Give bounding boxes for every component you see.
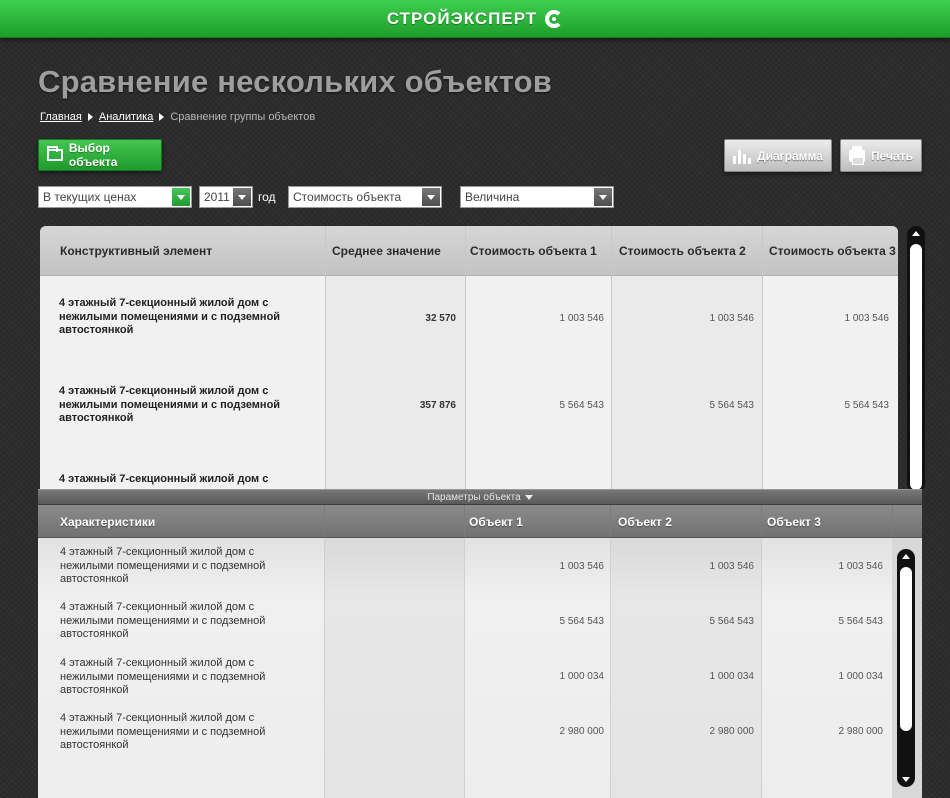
print-button-label: Печать: [871, 148, 913, 163]
header-obj1[interactable]: Стоимость объекта 1: [470, 226, 597, 276]
breadcrumb-analytics-link[interactable]: Аналитика: [99, 111, 153, 123]
metric-select[interactable]: Стоимость объекта: [288, 186, 442, 208]
year-label: год: [258, 190, 276, 204]
price-select-value: В текущих ценах: [43, 190, 137, 204]
year-select-value: 2011: [204, 190, 230, 204]
row-value-obj1: 1 003 546: [559, 313, 605, 324]
column-divider: [610, 505, 611, 537]
column-divider: [325, 226, 326, 492]
header-object2[interactable]: Объект 2: [618, 505, 672, 538]
breadcrumb-separator-icon: [159, 113, 165, 121]
header-obj2[interactable]: Стоимость объекта 2: [619, 226, 746, 276]
sub-table-scrollbar[interactable]: [897, 549, 915, 787]
year-select[interactable]: 2011: [199, 186, 253, 208]
scrollbar-thumb[interactable]: [900, 567, 912, 731]
sub-table: 4 этажный 7-секционный жилой дом с нежил…: [38, 538, 892, 798]
row-value-obj3: 1 003 546: [844, 313, 890, 324]
sub-row-value-obj2: 1 003 546: [709, 561, 755, 572]
row-value-obj2: 1 003 546: [709, 313, 755, 324]
sub-row-value-obj1: 1 000 034: [559, 671, 605, 682]
column-divider: [465, 226, 466, 492]
main-table-header: Конструктивный элемент Среднее значение …: [40, 226, 898, 276]
chevron-down-icon[interactable]: [422, 188, 440, 206]
sub-row-value-obj2: 2 980 000: [709, 726, 755, 737]
unit-select[interactable]: Величина: [460, 186, 614, 208]
unit-select-value: Величина: [465, 190, 520, 204]
sub-row-value-obj1: 2 980 000: [559, 726, 605, 737]
sub-row-value-obj3: 2 980 000: [838, 726, 884, 737]
row-value-obj2: 5 564 543: [709, 400, 755, 411]
chevron-down-icon[interactable]: [172, 188, 190, 206]
chevron-down-icon: [524, 494, 533, 500]
column-divider: [762, 226, 763, 492]
column-divider: [464, 538, 465, 798]
chevron-down-icon[interactable]: [233, 188, 251, 206]
bar-chart-icon: [733, 148, 752, 164]
sub-row-name: 4 этажный 7-секционный жилой дом с нежил…: [60, 601, 266, 640]
sub-row-value-obj2: 1 000 034: [709, 671, 755, 682]
sub-row-value-obj1: 1 003 546: [559, 561, 605, 572]
row-average: 32 570: [425, 313, 456, 324]
sub-row-name: 4 этажный 7-секционный жилой дом с нежил…: [60, 657, 266, 696]
sub-row-name: 4 этажный 7-секционный жилой дом с нежил…: [60, 712, 266, 751]
page-title: Сравнение нескольких объектов: [38, 64, 553, 99]
select-object-label: Выбор объекта: [68, 141, 118, 169]
row-name: 4 этажный 7-секционный жилой дом с нежил…: [59, 297, 281, 336]
chart-button[interactable]: Диаграмма: [724, 139, 832, 172]
row-value-obj3: 5 564 543: [844, 400, 890, 411]
parameters-splitter[interactable]: Параметры объекта: [38, 489, 922, 505]
sub-row-name: 4 этажный 7-секционный жилой дом с нежил…: [60, 546, 266, 585]
select-object-button[interactable]: Выбор объекта: [38, 139, 162, 171]
sub-row-value-obj2: 5 564 543: [709, 616, 755, 627]
sub-row-value-obj1: 5 564 543: [559, 616, 605, 627]
sub-row-value-obj3: 1 003 546: [838, 561, 884, 572]
column-shade: [610, 538, 761, 798]
main-table-scrollbar[interactable]: [907, 226, 925, 492]
breadcrumb: Главная Аналитика Сравнение группы объек…: [40, 111, 315, 123]
header-obj3[interactable]: Стоимость объекта 3: [769, 226, 896, 276]
metric-select-value: Стоимость объекта: [293, 190, 402, 204]
main-table: Конструктивный элемент Среднее значение …: [40, 226, 898, 492]
column-divider: [761, 505, 762, 537]
column-divider: [464, 505, 465, 537]
chart-button-label: Диаграмма: [757, 148, 823, 163]
scroll-down-icon[interactable]: [902, 777, 910, 782]
row-name: 4 этажный 7-секционный жилой дом с: [59, 473, 269, 485]
header-object3[interactable]: Объект 3: [767, 505, 821, 538]
column-divider: [324, 538, 325, 798]
row-value-obj1: 5 564 543: [559, 400, 605, 411]
breadcrumb-current: Сравнение группы объектов: [170, 111, 316, 123]
scroll-up-icon[interactable]: [912, 231, 920, 236]
sub-row-value-obj3: 5 564 543: [838, 616, 884, 627]
row-average: 357 876: [419, 400, 456, 411]
column-divider: [892, 505, 893, 537]
brand-name: СТРОЙЭКСПЕРТ: [386, 8, 538, 28]
brand-logo-icon: [545, 9, 564, 28]
splitter-label: Параметры объекта: [427, 491, 521, 503]
sub-row-value-obj3: 1 000 034: [838, 671, 884, 682]
header-characteristics[interactable]: Характеристики: [60, 505, 155, 538]
printer-icon: [849, 145, 866, 165]
price-select[interactable]: В текущих ценах: [38, 186, 192, 208]
column-shade: [324, 538, 464, 798]
column-divider: [761, 538, 762, 798]
row-name: 4 этажный 7-секционный жилой дом с нежил…: [59, 385, 281, 424]
header-element[interactable]: Конструктивный элемент: [60, 226, 212, 276]
header-average[interactable]: Среднее значение: [332, 226, 441, 276]
scrollbar-thumb[interactable]: [910, 244, 922, 490]
column-divider: [611, 226, 612, 492]
column-divider: [324, 505, 325, 537]
sub-table-header: Характеристики Объект 1 Объект 2 Объект …: [38, 505, 922, 538]
brand[interactable]: СТРОЙЭКСПЕРТ: [386, 8, 564, 29]
header-object1[interactable]: Объект 1: [469, 505, 523, 538]
chevron-down-icon[interactable]: [594, 188, 612, 206]
top-bar: СТРОЙЭКСПЕРТ: [0, 0, 950, 38]
breadcrumb-separator-icon: [87, 113, 93, 121]
breadcrumb-home-link[interactable]: Главная: [40, 111, 82, 123]
folder-icon: [47, 146, 63, 161]
scroll-up-icon[interactable]: [902, 554, 910, 559]
print-button[interactable]: Печать: [840, 139, 922, 172]
column-divider: [610, 538, 611, 798]
